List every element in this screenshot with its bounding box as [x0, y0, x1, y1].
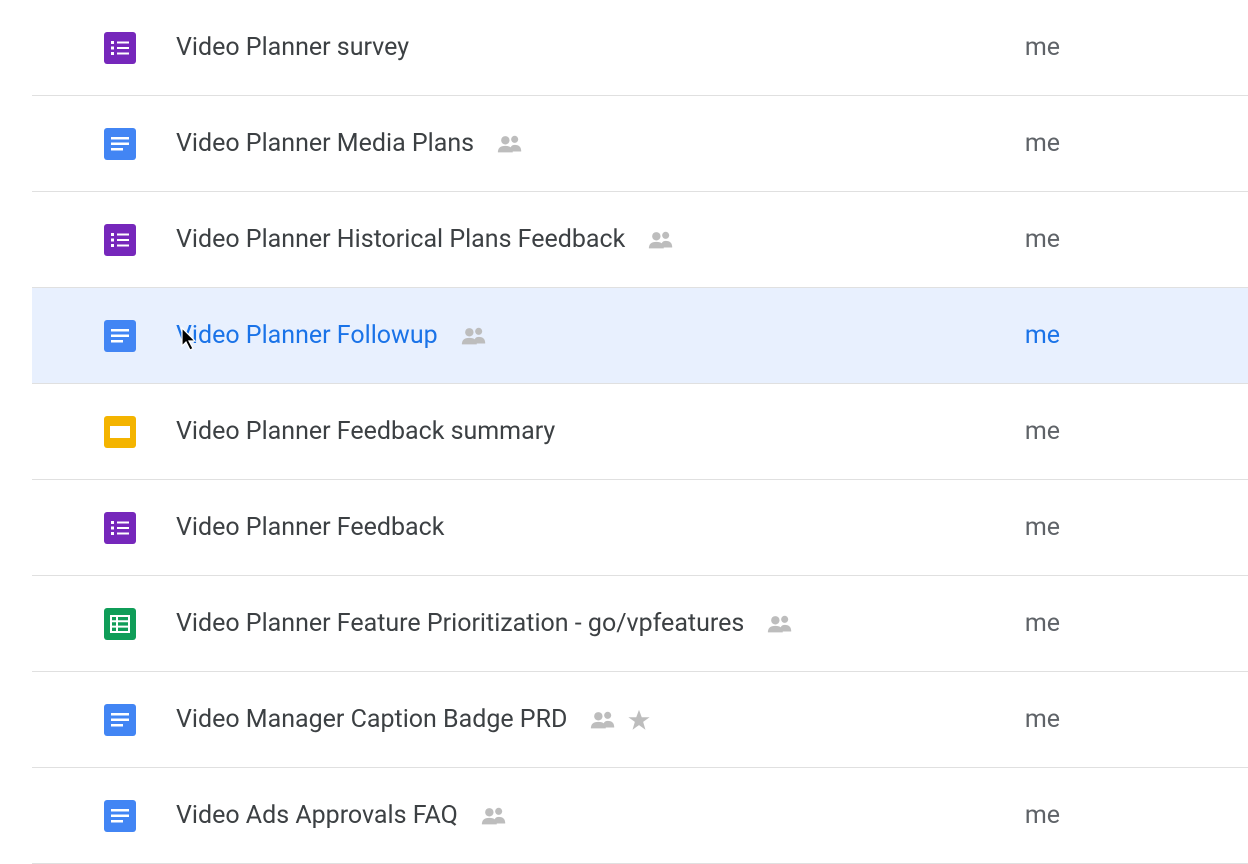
shared-icon	[647, 230, 675, 250]
file-row[interactable]: Video Planner Feedback me	[32, 480, 1248, 576]
file-owner: me	[1025, 129, 1060, 158]
forms-file-icon	[104, 224, 136, 256]
file-name: Video Planner Followup	[176, 321, 438, 350]
shared-icon	[766, 614, 794, 634]
file-row[interactable]: Video Ads Approvals FAQ me	[32, 768, 1248, 864]
file-name: Video Planner survey	[176, 33, 409, 62]
star-icon	[627, 708, 651, 732]
file-owner: me	[1025, 417, 1060, 446]
file-row[interactable]: Video Planner Feature Prioritization - g…	[32, 576, 1248, 672]
file-owner: me	[1025, 705, 1060, 734]
docs-file-icon	[104, 704, 136, 736]
forms-file-icon	[104, 32, 136, 64]
file-owner: me	[1025, 33, 1060, 62]
file-name: Video Planner Feature Prioritization - g…	[176, 609, 744, 638]
docs-file-icon	[104, 800, 136, 832]
forms-file-icon	[104, 512, 136, 544]
file-name: Video Planner Historical Plans Feedback	[176, 225, 625, 254]
file-row[interactable]: Video Planner Feedback summary me	[32, 384, 1248, 480]
file-name: Video Ads Approvals FAQ	[176, 801, 458, 830]
file-name: Video Manager Caption Badge PRD	[176, 705, 567, 734]
docs-file-icon	[104, 128, 136, 160]
slides-file-icon	[104, 416, 136, 448]
file-row[interactable]: Video Manager Caption Badge PRD me	[32, 672, 1248, 768]
file-owner: me	[1025, 513, 1060, 542]
file-name: Video Planner Feedback	[176, 513, 444, 542]
shared-icon	[480, 806, 508, 826]
file-list: Video Planner surveymeVideo Planner Medi…	[32, 0, 1248, 864]
file-row[interactable]: Video Planner survey me	[32, 0, 1248, 96]
docs-file-icon	[104, 320, 136, 352]
file-name: Video Planner Feedback summary	[176, 417, 555, 446]
file-row[interactable]: Video Planner Media Plans me	[32, 96, 1248, 192]
file-owner: me	[1025, 609, 1060, 638]
file-owner: me	[1025, 801, 1060, 830]
shared-icon	[460, 326, 488, 346]
file-owner: me	[1025, 321, 1060, 350]
shared-icon	[496, 134, 524, 154]
file-owner: me	[1025, 225, 1060, 254]
sheets-file-icon	[104, 608, 136, 640]
file-row[interactable]: Video Planner Followup me	[32, 288, 1248, 384]
file-row[interactable]: Video Planner Historical Plans Feedback m…	[32, 192, 1248, 288]
file-name: Video Planner Media Plans	[176, 129, 474, 158]
shared-icon	[589, 710, 617, 730]
